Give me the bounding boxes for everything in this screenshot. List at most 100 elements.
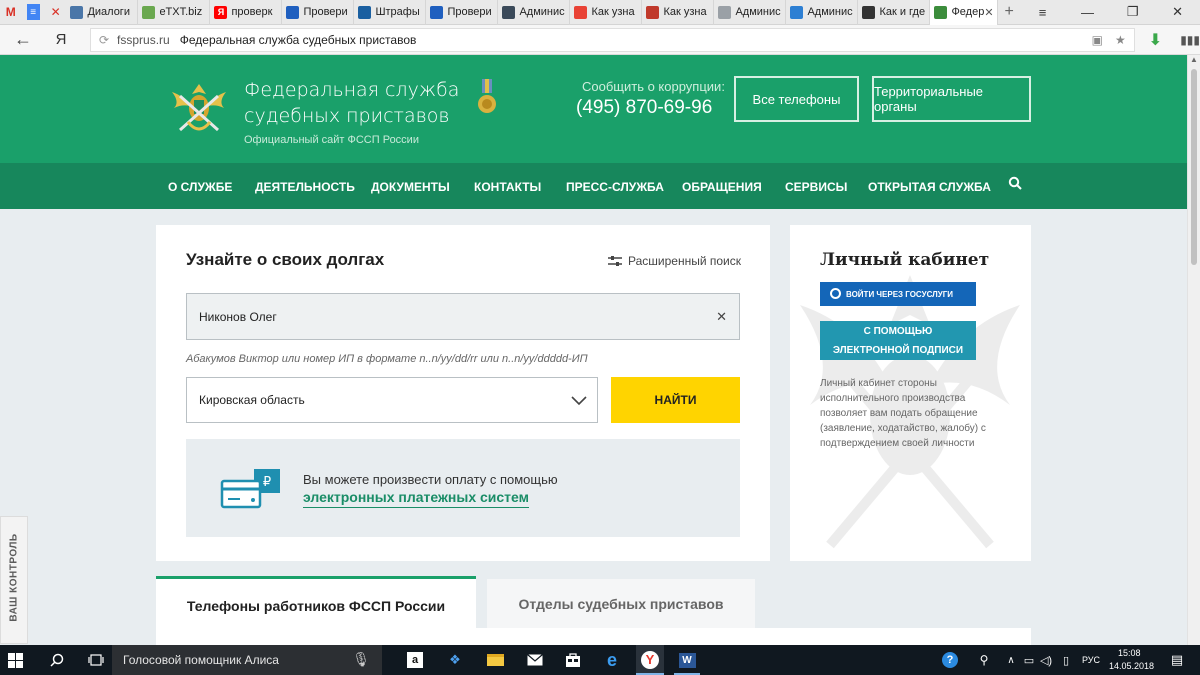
site-subtitle: Официальный сайт ФССП России [244,134,419,146]
tab-favicon-icon [574,5,588,19]
edge-icon[interactable]: e [601,645,623,675]
browser-tab[interactable]: eTXT.biz [138,0,211,25]
search-taskbar-icon[interactable] [44,645,70,675]
personal-cabinet-card: Личный кабинет ВОЙТИ ЧЕРЕЗ ГОСУСЛУГИ С П… [790,225,1031,561]
debtor-name-input[interactable]: Никонов Олег ✕ [186,293,740,340]
search-icon[interactable] [1008,176,1022,190]
nav-item-open-service[interactable]: ОТКРЫТАЯ СЛУЖБА [868,180,991,194]
advanced-search-label: Расширенный поиск [628,254,741,268]
browser-tab[interactable]: Админис [498,0,571,25]
gmail-icon[interactable]: M [0,0,22,25]
your-control-label: ВАШ КОНТРОЛЬ [8,533,20,622]
docs-icon[interactable]: ≡ [26,4,40,20]
nav-item-documents[interactable]: ДОКУМЕНТЫ [371,180,450,194]
reload-icon[interactable]: ⟳ [99,33,109,47]
close-pinned-icon[interactable]: ✕ [45,0,67,25]
search-title: Узнайте о своих долгах [186,250,385,269]
people-icon[interactable]: ⚲ [974,645,994,675]
network-icon[interactable]: ▭ [1022,645,1036,675]
window-controls: ≡ — ❐ ✕ [1020,0,1200,25]
browser-tab[interactable]: Админис [786,0,859,25]
tray-chevron-up-icon[interactable]: ∧ [1004,645,1018,675]
browser-tab[interactable]: Как узна [642,0,715,25]
browser-tab[interactable]: Штрафы [354,0,427,25]
bookmarks-menu-icon[interactable]: ▮▮▮ [1180,33,1200,47]
payment-systems-link[interactable]: электронных платежных систем [303,489,529,508]
filter-sliders-icon [608,255,622,266]
all-phones-button[interactable]: Все телефоны [734,76,859,122]
microphone-muted-icon[interactable]: 🎙 [352,651,370,668]
help-icon[interactable]: ? [940,645,960,675]
windows-start-icon[interactable] [0,645,30,675]
browser-tab[interactable]: Провери [426,0,499,25]
yandex-browser-taskbar-icon[interactable]: Y [636,645,664,675]
browser-tab[interactable]: Как узна [570,0,643,25]
word-icon[interactable]: W [676,645,698,675]
new-tab-button[interactable]: + [998,3,1020,21]
url-field[interactable]: ⟳ fssprus.ru Федеральная служба судебных… [89,27,1135,52]
browser-menu-icon[interactable]: ≡ [1020,0,1065,25]
browser-tab[interactable]: Провери [282,0,355,25]
nav-item-activity[interactable]: ДЕЯТЕЛЬНОСТЬ [255,180,355,194]
nav-item-about[interactable]: О СЛУЖБЕ [168,180,232,194]
translate-icon[interactable]: ▣ [1092,33,1103,47]
clock-date[interactable]: 14.05.2018 [1109,661,1154,671]
tab-label: Штрафы [375,6,420,18]
nav-item-press[interactable]: ПРЕСС-СЛУЖБА [566,180,664,194]
clock-time[interactable]: 15:08 [1118,648,1141,658]
store-icon[interactable] [562,645,584,675]
site-title[interactable]: Федеральная служба судебных приставов [244,77,474,129]
back-button[interactable]: ← [0,29,46,50]
browser-tab[interactable]: Админис [714,0,787,25]
download-icon[interactable]: ⬇ [1149,30,1162,50]
volume-icon[interactable]: ◁) [1038,645,1054,675]
alice-voice-assistant[interactable]: Голосовой помощник Алиса 🎙 [112,645,382,675]
region-select[interactable]: Кировская область [186,377,598,423]
browser-tab-strip: M ≡ ✕ Диалоги eTXT.biz Япроверк Провери Штра… [0,0,1200,25]
scroll-thumb[interactable] [1191,69,1197,265]
corruption-phone[interactable]: (495) 870-69-96 [576,97,712,119]
notifications-icon[interactable]: ▤ [1166,645,1188,675]
nav-item-services[interactable]: СЕРВИСЫ [785,180,847,194]
task-view-icon[interactable] [84,645,108,675]
tab-label: Админис [519,6,565,18]
medal-icon [478,79,496,113]
nav-item-appeals[interactable]: ОБРАЩЕНИЯ [682,180,762,194]
browser-tab[interactable]: Диалоги [66,0,139,25]
browser-tab[interactable]: Япроверк [210,0,283,25]
yandex-logo-icon[interactable]: Я [46,31,76,48]
tab-favicon-icon [142,5,156,19]
page-scrollbar[interactable]: ▲ [1187,55,1200,645]
battery-icon[interactable]: ▯ [1058,645,1074,675]
tab-fssp-phones[interactable]: Телефоны работников ФССП России [156,576,476,632]
cabinet-title: Личный кабинет [820,250,990,270]
file-explorer-icon[interactable] [484,645,506,675]
dropbox-icon[interactable]: ❖ [444,645,466,675]
gosuslugi-label: ВОЙТИ ЧЕРЕЗ ГОСУСЛУГИ [846,289,954,299]
language-indicator[interactable]: РУС [1082,655,1100,665]
your-control-badge[interactable]: ВАШ КОНТРОЛЬ [0,516,28,644]
mail-icon[interactable] [524,645,546,675]
tab-close-icon[interactable]: ✕ [984,6,993,19]
restore-icon[interactable]: ❐ [1110,0,1155,25]
gosuslugi-login-button[interactable]: ВОЙТИ ЧЕРЕЗ ГОСУСЛУГИ [820,282,976,306]
browser-tab[interactable]: Как и где [858,0,931,25]
tab-favicon-icon [358,5,372,19]
find-button[interactable]: НАЙТИ [611,377,740,423]
signature-label-line1: С ПОМОЩЬЮ [863,326,933,337]
scroll-up-icon[interactable]: ▲ [1188,55,1200,67]
digital-signature-button[interactable]: С ПОМОЩЬЮ ЭЛЕКТРОННОЙ ПОДПИСИ [820,321,976,360]
gosuslugi-ring-icon [830,288,841,299]
territorial-bodies-button[interactable]: Территориальные органы [872,76,1031,122]
bookmark-star-icon[interactable]: ★ [1115,33,1126,47]
amazon-icon[interactable]: a [404,645,426,675]
tab-bailiff-departments[interactable]: Отделы судебных приставов [487,579,755,628]
browser-tab[interactable]: Федер ✕ [930,0,999,25]
advanced-search-link[interactable]: Расширенный поиск [608,254,741,268]
minimize-icon[interactable]: — [1065,0,1110,25]
clear-icon[interactable]: ✕ [716,309,727,325]
fssp-emblem-icon[interactable] [168,78,230,138]
close-window-icon[interactable]: ✕ [1155,0,1200,25]
tab-favicon-icon [790,5,804,19]
nav-item-contacts[interactable]: КОНТАКТЫ [474,180,541,194]
